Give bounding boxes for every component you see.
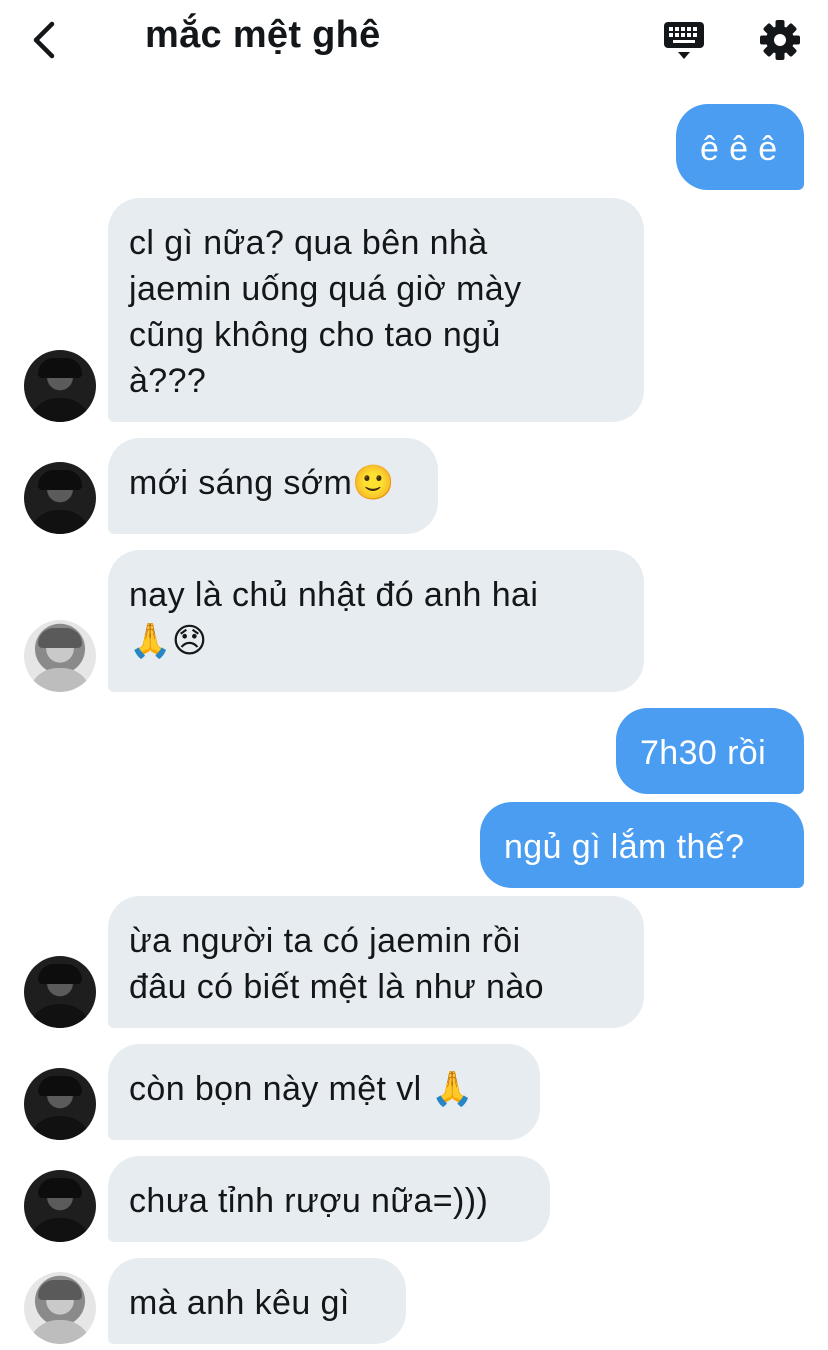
message-bubble-outgoing[interactable]: ngủ gì lắm thế?: [480, 802, 804, 888]
avatar[interactable]: [24, 956, 96, 1028]
avatar[interactable]: [24, 350, 96, 422]
message-bubble-incoming[interactable]: còn bọn này mệt vl 🙏: [108, 1044, 540, 1140]
message-bubble-incoming[interactable]: mới sáng sớm🙂: [108, 438, 438, 534]
avatar[interactable]: [24, 462, 96, 534]
keyboard-button[interactable]: [660, 18, 708, 64]
message-bubble-incoming[interactable]: nay là chủ nhật đó anh hai 🙏😞: [108, 550, 644, 692]
avatar[interactable]: [24, 1170, 96, 1242]
avatar[interactable]: [24, 1272, 96, 1344]
message-bubble-incoming[interactable]: cl gì nữa? qua bên nhà jaemin uống quá g…: [108, 198, 644, 422]
message-bubble-outgoing[interactable]: 7h30 rồi: [616, 708, 804, 794]
avatar[interactable]: [24, 1068, 96, 1140]
message-bubble-incoming[interactable]: ừa người ta có jaemin rồi đâu có biết mệ…: [108, 896, 644, 1028]
gear-icon: [760, 20, 800, 60]
message-bubble-incoming[interactable]: mà anh kêu gì: [108, 1258, 406, 1344]
conversation-title: mắc mệt ghê: [145, 14, 381, 56]
message-bubble-incoming[interactable]: chưa tỉnh rượu nữa=))): [108, 1156, 550, 1242]
keyboard-icon: [664, 22, 704, 59]
back-arrow-icon: [33, 21, 55, 59]
settings-button[interactable]: [758, 18, 802, 62]
back-button[interactable]: [26, 16, 66, 64]
message-bubble-outgoing[interactable]: ê ê ê: [676, 104, 804, 190]
avatar[interactable]: [24, 620, 96, 692]
chat-header: mắc mệt ghê: [0, 0, 828, 80]
